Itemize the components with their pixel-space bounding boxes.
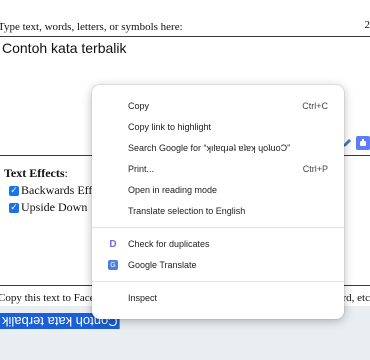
menu-item-copy-link[interactable]: Copy link to highlight	[92, 117, 344, 137]
menu-item-label: Inspect	[128, 293, 158, 303]
d-extension-icon: D	[109, 238, 117, 250]
menu-item-label: Check for duplicates	[128, 239, 210, 249]
menu-item-label: Copy	[128, 101, 150, 111]
menu-item-copy[interactable]: Copy Ctrl+C	[92, 96, 344, 116]
google-translate-icon: G	[108, 260, 118, 270]
menu-separator	[92, 227, 344, 228]
menu-item-inspect[interactable]: Inspect	[92, 288, 344, 308]
extension-icon[interactable]	[356, 136, 370, 150]
checkbox-checked-icon[interactable]: ✓	[9, 202, 19, 213]
checkbox-checked-icon[interactable]: ✓	[9, 185, 19, 196]
menu-item-label: Print...	[128, 164, 155, 174]
menu-item-label: Open in reading mode	[128, 185, 218, 195]
menu-item-print[interactable]: Print... Ctrl+P	[92, 159, 344, 179]
menu-item-check-duplicates[interactable]: D Check for duplicates	[92, 234, 344, 254]
menu-item-label: Google Translate	[128, 260, 197, 270]
input-label: Type text, words, letters, or symbols he…	[0, 21, 183, 33]
effects-title-text: Text Effects	[4, 166, 65, 180]
context-menu: Copy Ctrl+C Copy link to highlight Searc…	[92, 85, 344, 319]
copy-instruction-tail: rd, etc	[342, 292, 370, 304]
menu-item-shortcut: Ctrl+P	[302, 164, 328, 174]
menu-item-google-translate[interactable]: G Google Translate	[92, 255, 344, 275]
option-label: Backwards Eff	[21, 183, 93, 197]
menu-item-label: Copy link to highlight	[128, 122, 212, 132]
menu-item-translate[interactable]: Translate selection to English	[92, 201, 344, 221]
effects-title-colon: :	[64, 166, 68, 180]
input-toolbar	[340, 136, 370, 152]
menu-item-label: Search Google for “ʞılɐqɹǝʇ ɐʇɐʞ ɥoʇuoƆ”	[128, 143, 291, 153]
copy-instruction: Copy this text to Faceb	[0, 292, 101, 304]
menu-item-shortcut: Ctrl+C	[302, 101, 328, 111]
menu-item-search-google[interactable]: Search Google for “ʞılɐqɹǝʇ ɐʇɐʞ ɥoʇuoƆ”	[92, 138, 344, 158]
character-counter: 2	[364, 19, 370, 31]
menu-separator	[92, 281, 344, 282]
effects-title: Text Effects:	[4, 166, 68, 181]
menu-item-label: Translate selection to English	[128, 206, 246, 216]
menu-item-reading-mode[interactable]: Open in reading mode	[92, 180, 344, 200]
option-upside-down[interactable]: ✓ Upside Down	[9, 200, 87, 215]
option-backwards[interactable]: ✓ Backwards Eff	[9, 183, 92, 198]
option-label: Upside Down	[21, 200, 88, 214]
